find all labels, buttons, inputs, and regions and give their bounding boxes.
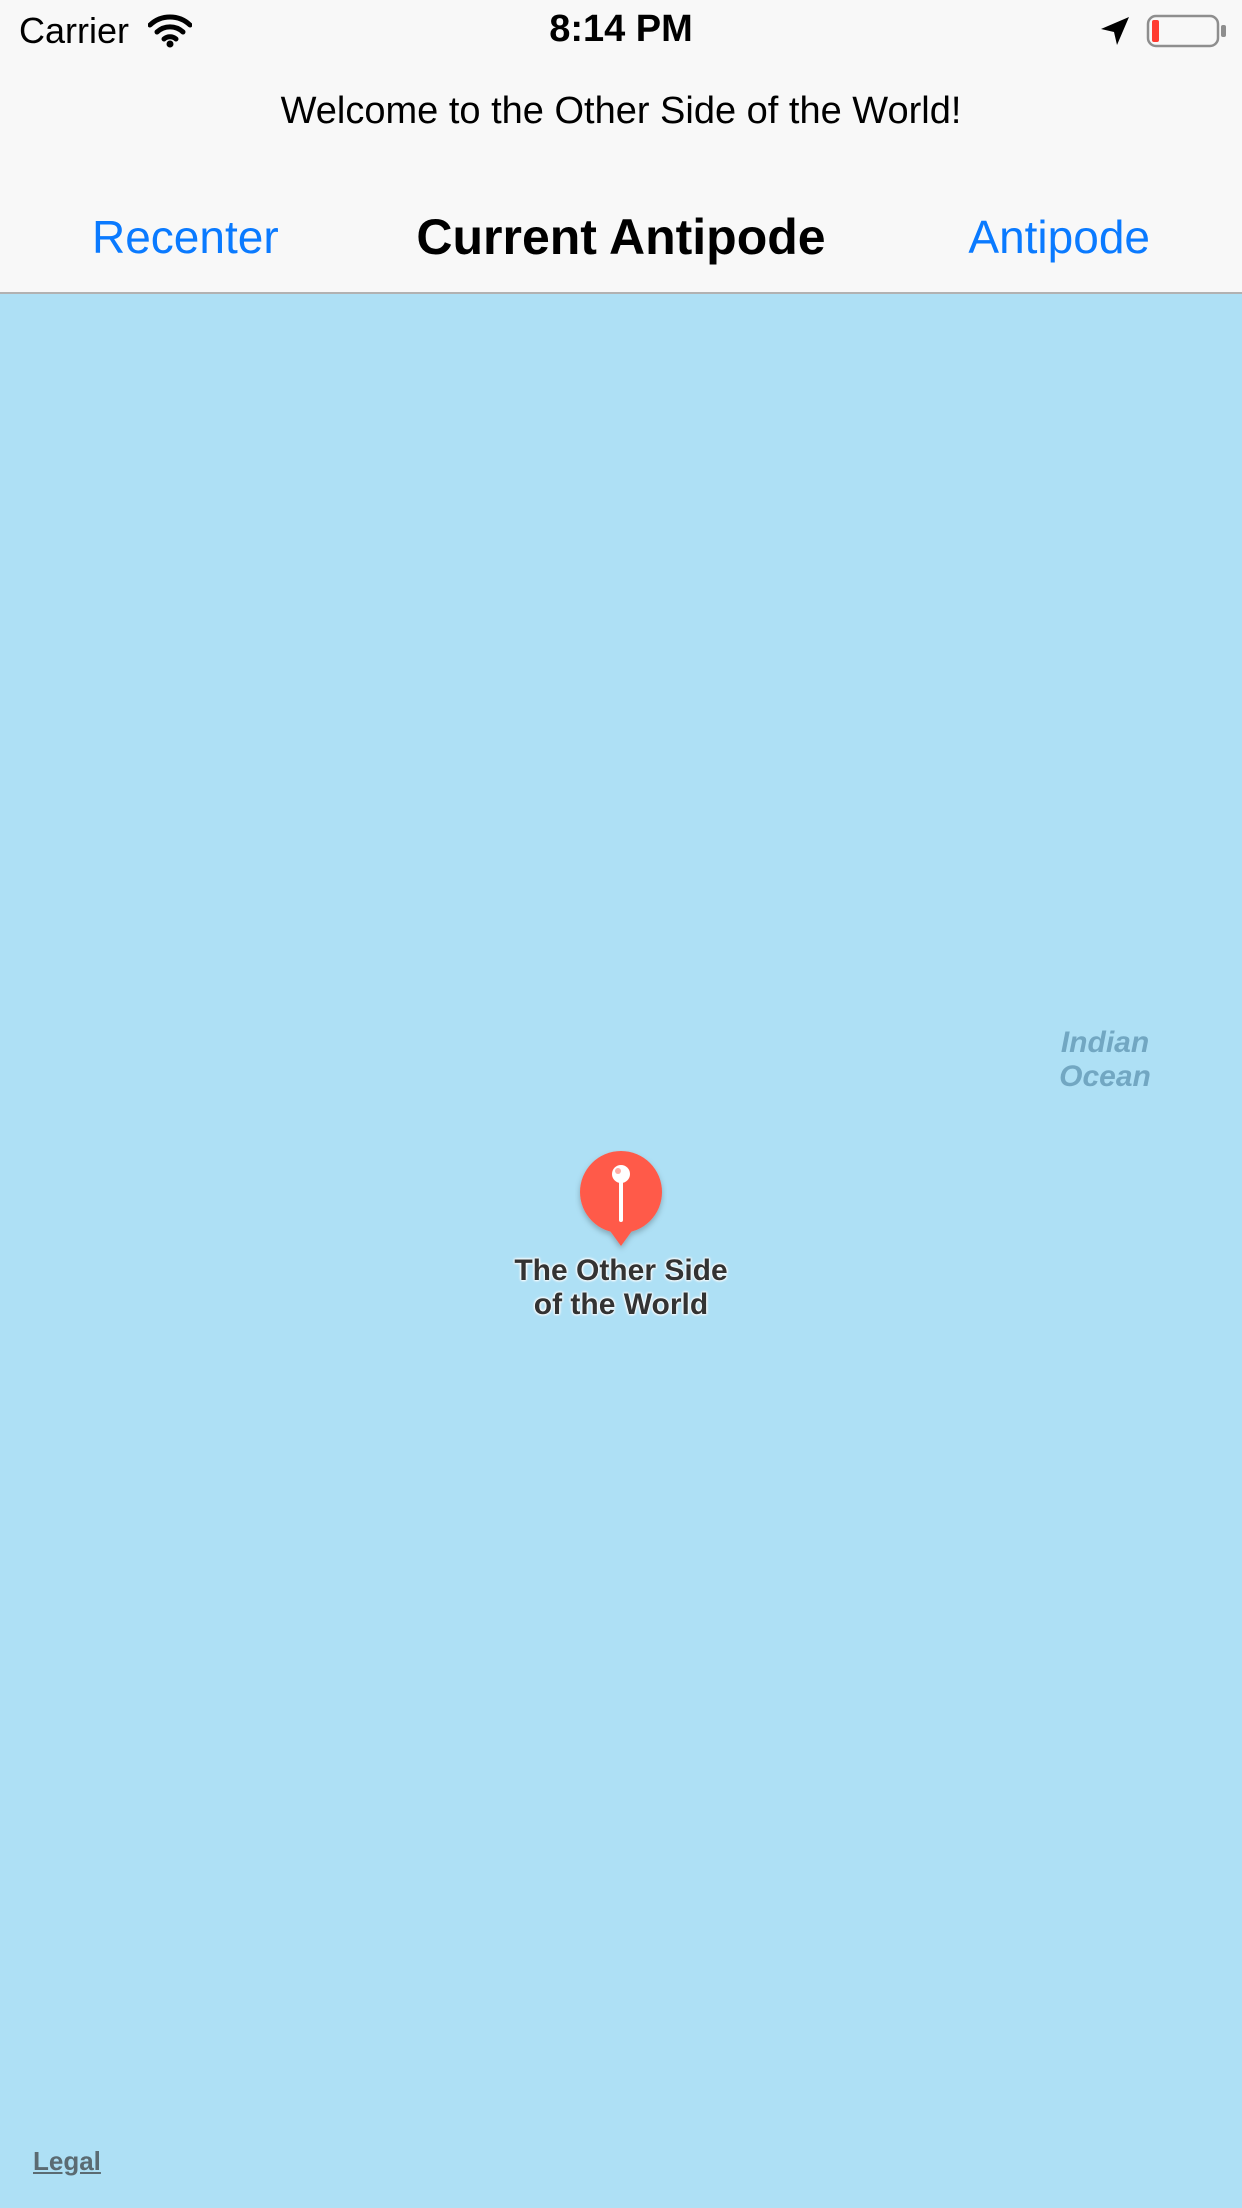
- nav-bar: Recenter Current Antipode Antipode: [0, 197, 1242, 277]
- status-bar: Carrier 8:14 PM: [0, 0, 1242, 62]
- legal-link[interactable]: Legal: [33, 2146, 101, 2177]
- ocean-label-line2: Ocean: [1059, 1060, 1151, 1093]
- navigation-header: Welcome to the Other Side of the World! …: [0, 62, 1242, 294]
- ocean-label: Indian Ocean: [1040, 1026, 1170, 1094]
- screen: Carrier 8:14 PM Welcome to the Other Sid…: [0, 0, 1242, 2208]
- welcome-text: Welcome to the Other Side of the World!: [280, 90, 962, 132]
- location-arrow-icon: [1098, 14, 1132, 53]
- antipode-button[interactable]: Antipode: [968, 197, 1150, 277]
- pin-title: The Other Side of the World: [471, 1254, 771, 1322]
- pin-title-line2: of the World: [533, 1288, 709, 1321]
- pin-title-line1: The Other Side: [514, 1254, 728, 1287]
- ocean-label-line1: Indian: [1060, 1026, 1150, 1059]
- map-view[interactable]: Indian Ocean The Other Side of the World…: [0, 294, 1242, 2208]
- map-pin-icon[interactable]: [575, 1150, 667, 1256]
- battery-icon: [1146, 13, 1228, 54]
- status-time: 8:14 PM: [549, 8, 693, 50]
